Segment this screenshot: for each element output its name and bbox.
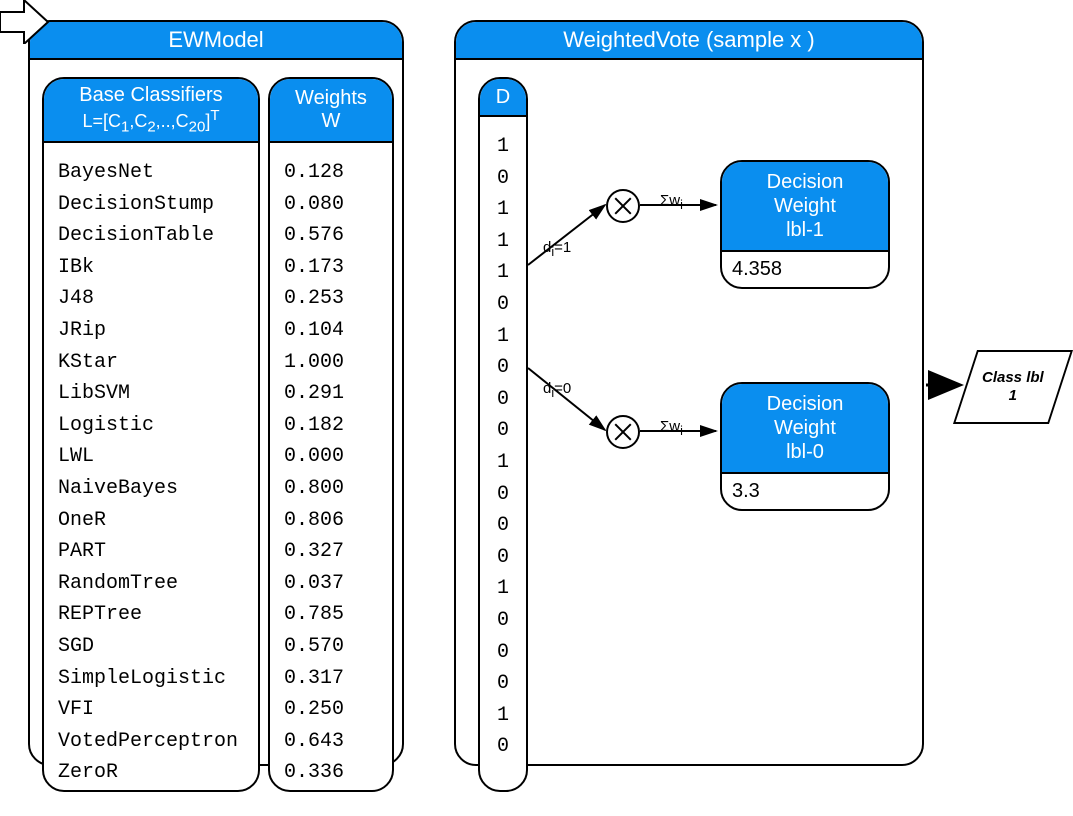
output-class: Class lbl 1 xyxy=(953,350,1073,424)
decision-weight-lbl1-header: Decision Weight lbl-1 xyxy=(722,162,888,252)
weights-header-line1: Weights xyxy=(270,87,392,110)
classifiers-column: Base Classifiers L=[C1,C2,..,C20]T Bayes… xyxy=(42,77,260,792)
output-line2: 1 xyxy=(982,387,1044,405)
multiply-icon-1 xyxy=(606,189,640,223)
branch-label-d1: di=1 xyxy=(543,239,571,259)
ewmodel-title: EWModel xyxy=(30,22,402,60)
dw1-line1: Decision xyxy=(726,170,884,194)
multiply-icon-0 xyxy=(606,415,640,449)
decision-weight-lbl1: Decision Weight lbl-1 4.358 xyxy=(720,160,890,289)
dw0-line2: Weight xyxy=(726,416,884,440)
branch-label-d0: di=0 xyxy=(543,380,571,400)
decision-weight-lbl0-header: Decision Weight lbl-0 xyxy=(722,384,888,474)
sigma-label-0: Σwi xyxy=(660,418,683,438)
decision-weight-lbl1-value: 4.358 xyxy=(722,252,888,287)
diagram-canvas: EWModel Base Classifiers L=[C1,C2,..,C20… xyxy=(0,0,1073,816)
classifiers-header-line1: Base Classifiers xyxy=(44,84,258,107)
d-list: 1 0 1 1 1 0 1 0 0 0 1 0 0 0 1 0 0 0 1 0 xyxy=(480,117,526,777)
d-header: D xyxy=(480,79,526,117)
d-column: D 1 0 1 1 1 0 1 0 0 0 1 0 0 0 1 0 0 0 1 … xyxy=(478,77,528,792)
dw1-line3: lbl-1 xyxy=(726,218,884,242)
dw0-line3: lbl-0 xyxy=(726,440,884,464)
classifiers-header-line2: L=[C1,C2,..,C20]T xyxy=(44,107,258,136)
weightedvote-title: WeightedVote (sample x ) xyxy=(456,22,922,60)
weights-column: Weights W 0.128 0.080 0.576 0.173 0.253 … xyxy=(268,77,394,792)
classifiers-header: Base Classifiers L=[C1,C2,..,C20]T xyxy=(44,79,258,143)
output-line1: Class lbl xyxy=(982,369,1044,387)
classifiers-list: BayesNet DecisionStump DecisionTable IBk… xyxy=(44,143,258,803)
weights-header-line2: W xyxy=(270,110,392,133)
ewmodel-panel: EWModel Base Classifiers L=[C1,C2,..,C20… xyxy=(28,20,404,766)
weights-list: 0.128 0.080 0.576 0.173 0.253 0.104 1.00… xyxy=(270,143,392,803)
dw0-line1: Decision xyxy=(726,392,884,416)
sigma-label-1: Σwi xyxy=(660,192,683,212)
dw1-line2: Weight xyxy=(726,194,884,218)
decision-weight-lbl0-value: 3.3 xyxy=(722,474,888,509)
decision-weight-lbl0: Decision Weight lbl-0 3.3 xyxy=(720,382,890,511)
weights-header: Weights W xyxy=(270,79,392,143)
